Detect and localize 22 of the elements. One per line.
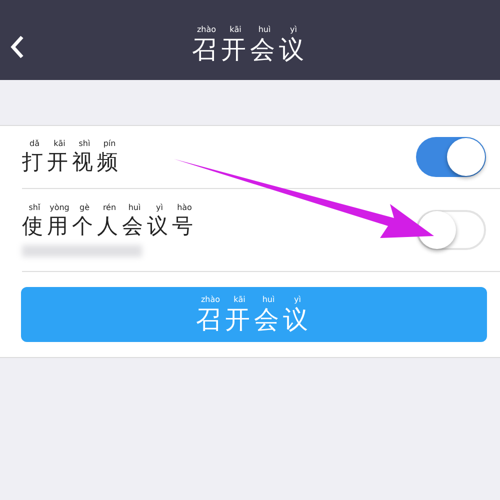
toggle-switch[interactable]: [416, 210, 486, 250]
pinyin-label: yì: [289, 25, 298, 35]
pinyin-label: shì: [78, 139, 92, 149]
toggle-switch[interactable]: [416, 137, 486, 177]
pinyin-label: rén: [102, 203, 118, 213]
pinyin-label: yòng: [48, 203, 70, 213]
pinyin-label: dǎ: [28, 139, 40, 149]
setting-label: 打开视频: [22, 149, 122, 175]
pinyin-label: hào: [176, 203, 193, 213]
start-meeting-button[interactable]: zhào kāi huì yì 召开会议: [21, 287, 487, 342]
pinyin-label: huì: [257, 25, 272, 35]
back-icon[interactable]: [10, 35, 24, 59]
pinyin-label: gè: [78, 203, 90, 213]
pinyin-label: kāi: [52, 139, 66, 149]
pinyin-label: huì: [127, 203, 142, 213]
pinyin-label: kāi: [228, 25, 242, 35]
page-title: 召开会议: [192, 35, 308, 65]
pinyin-label: shǐ: [28, 203, 42, 213]
pinyin-label: yì: [155, 203, 164, 213]
pinyin-label: pín: [102, 139, 117, 149]
pinyin-label: zhào: [196, 25, 218, 35]
setting-label: 使用个人会议号: [22, 213, 197, 239]
